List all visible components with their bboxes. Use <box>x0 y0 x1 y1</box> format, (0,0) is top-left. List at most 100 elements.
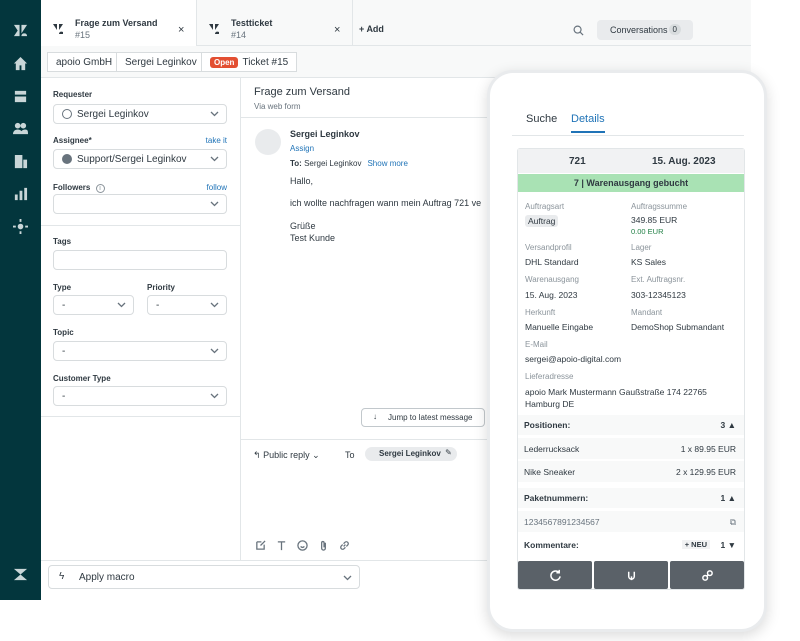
breadcrumb-user[interactable]: Sergei Leginkov <box>116 52 206 72</box>
versand-value: DHL Standard <box>525 257 579 267</box>
kommentare-header[interactable]: Kommentare: + NEU 1 ▼ <box>518 535 744 555</box>
divider <box>241 439 491 440</box>
attachment-icon[interactable] <box>318 540 329 551</box>
divider <box>512 135 744 136</box>
order-status-bar: 7 | Warenausgang gebucht <box>518 174 744 192</box>
type-select[interactable]: - <box>53 295 134 315</box>
ticket-properties-panel: Requester Sergei Leginkov Assignee* take… <box>41 78 241 560</box>
pencil-icon[interactable]: ✎ <box>445 448 452 457</box>
tags-input[interactable] <box>53 250 227 270</box>
list-item: Lederrucksack 1 x 89.95 EUR <box>518 437 744 459</box>
assignee-value: Support/Sergei Leginkov <box>77 154 187 165</box>
kommentare-label: Kommentare: <box>524 540 579 550</box>
ticket-subject: Frage zum Versand <box>254 86 350 98</box>
breadcrumb-org[interactable]: apoio GmbH <box>47 52 122 72</box>
jump-label: Jump to latest message <box>388 413 473 422</box>
conversations-label: Conversations <box>610 25 668 35</box>
apoio-logo-icon <box>627 571 635 580</box>
followers-label: Followers i <box>53 183 105 193</box>
order-card: 721 15. Aug. 2023 7 | Warenausgang gebuc… <box>517 148 745 590</box>
summe-sub-value: 0.00 EUR <box>631 227 664 236</box>
compose-icon[interactable] <box>255 540 266 551</box>
tab-details[interactable]: Details <box>571 113 605 133</box>
close-icon[interactable]: × <box>178 24 184 36</box>
lager-value: KS Sales <box>631 257 666 267</box>
refresh-button[interactable] <box>518 561 592 589</box>
info-icon[interactable]: i <box>95 184 105 193</box>
reply-mode-select[interactable]: ↰ Public reply ⌄ <box>253 450 320 461</box>
reply-mode-label: Public reply <box>263 450 310 460</box>
to-value: Sergei Leginkov <box>304 159 362 168</box>
kommentare-count: 1 ▼ <box>720 540 736 550</box>
tab-ticket-15[interactable]: Frage zum Versand #15 × <box>41 0 197 46</box>
assignee-select[interactable]: Support/Sergei Leginkov <box>53 149 227 169</box>
emoji-icon[interactable] <box>297 540 308 551</box>
priority-select[interactable]: - <box>147 295 227 315</box>
zendesk-logo-icon[interactable] <box>12 22 29 39</box>
neu-button[interactable]: + NEU <box>681 540 710 549</box>
add-tab-button[interactable]: + Add <box>359 24 384 34</box>
search-icon[interactable] <box>573 25 584 36</box>
tab-suche[interactable]: Suche <box>526 113 557 125</box>
app-logo-button[interactable] <box>594 561 668 589</box>
herkunft-value: Manuelle Eingabe <box>525 322 594 332</box>
warenausgang-label: Warenausgang <box>525 275 579 284</box>
take-it-link[interactable]: take it <box>206 136 227 145</box>
link-button[interactable] <box>670 561 744 589</box>
breadcrumb-ticket[interactable]: Open Ticket #15 <box>201 52 298 72</box>
jump-to-latest-button[interactable]: ↓ Jump to latest message <box>361 408 485 427</box>
customer-type-value: - <box>62 391 66 402</box>
user-icon <box>62 109 72 119</box>
list-item: Nike Sneaker 2 x 129.95 EUR <box>518 460 744 482</box>
organizations-icon[interactable] <box>12 153 29 170</box>
follow-link[interactable]: follow <box>207 183 227 192</box>
topic-label: Topic <box>53 328 74 337</box>
assign-link[interactable]: Assign <box>290 144 314 153</box>
mandant-value: DemoShop Submandant <box>631 322 725 332</box>
message-line: Grüße <box>290 221 316 231</box>
summe-label: Auftragssumme <box>631 202 688 211</box>
app-sidebar-panel: Suche Details 721 15. Aug. 2023 7 | Ware… <box>487 70 767 632</box>
external-link-icon[interactable]: ⧉ <box>730 517 736 528</box>
position-qty: 1 x 89.95 EUR <box>680 444 736 454</box>
topic-select[interactable]: - <box>53 341 227 361</box>
paket-header[interactable]: Paketnummern: 1 ▲ <box>518 488 744 508</box>
close-icon[interactable]: × <box>334 24 340 36</box>
reporting-icon[interactable] <box>12 185 29 202</box>
recipient-chip[interactable]: Sergei Leginkov ✎ <box>365 447 457 461</box>
views-icon[interactable] <box>12 88 29 105</box>
message-line: Test Kunde <box>290 233 336 243</box>
tab-ticket-14[interactable]: Testticket #14 × <box>197 0 353 46</box>
apply-macro-select[interactable]: ϟ Apply macro <box>48 565 360 589</box>
chevron-down-icon <box>210 201 219 207</box>
extnr-label: Ext. Auftragsnr. <box>631 275 686 284</box>
composer-toolbar <box>255 540 350 551</box>
conversations-button[interactable]: Conversations 0 <box>597 20 693 40</box>
requester-select[interactable]: Sergei Leginkov <box>53 104 227 124</box>
arrow-down-icon: ↓ <box>373 412 377 421</box>
text-format-icon[interactable] <box>276 540 287 551</box>
customers-icon[interactable] <box>12 120 29 137</box>
link-icon[interactable] <box>339 540 350 551</box>
followers-select[interactable] <box>53 194 227 214</box>
chevron-down-icon <box>210 348 219 354</box>
home-icon[interactable] <box>12 55 29 72</box>
lightning-icon: ϟ <box>59 571 65 582</box>
plus-icon: + <box>359 24 365 34</box>
admin-gear-icon[interactable] <box>12 218 29 235</box>
versand-label: Versandprofil <box>525 243 572 252</box>
show-more-link[interactable]: Show more <box>367 159 407 168</box>
positionen-header[interactable]: Positionen: 3 ▲ <box>518 415 744 435</box>
reply-to-label: To <box>345 450 355 460</box>
macro-label: Apply macro <box>79 572 135 583</box>
message-author[interactable]: Sergei Leginkov <box>290 129 360 139</box>
mandant-label: Mandant <box>631 308 663 317</box>
recipient-name: Sergei Leginkov <box>379 449 441 458</box>
customer-type-select[interactable]: - <box>53 386 227 406</box>
adresse-line-1: apoio Mark Mustermann Gaußstraße 174 227… <box>525 387 707 397</box>
priority-label: Priority <box>147 283 176 292</box>
positionen-count: 3 ▲ <box>720 420 736 430</box>
requester-value: Sergei Leginkov <box>77 109 149 120</box>
tags-label: Tags <box>53 237 72 246</box>
order-date: 15. Aug. 2023 <box>652 156 716 167</box>
